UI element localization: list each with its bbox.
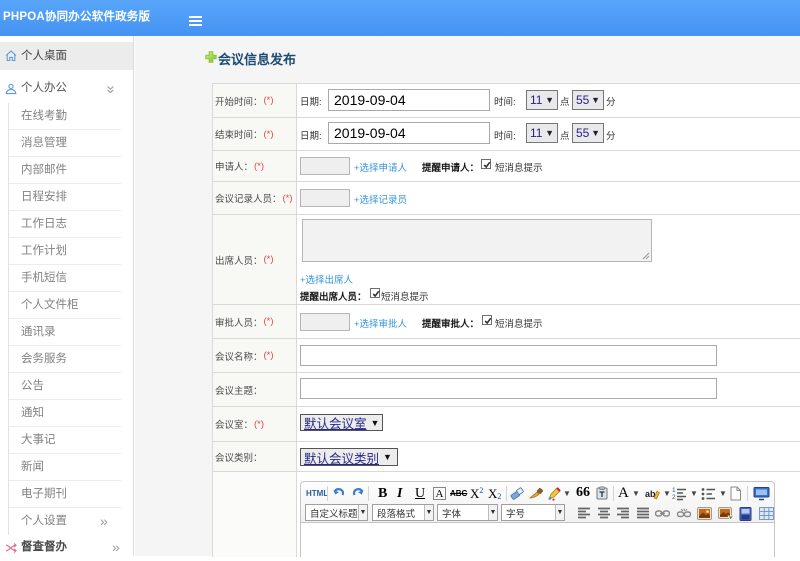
svg-text:2: 2	[672, 494, 676, 501]
svg-text:1: 1	[672, 487, 676, 494]
